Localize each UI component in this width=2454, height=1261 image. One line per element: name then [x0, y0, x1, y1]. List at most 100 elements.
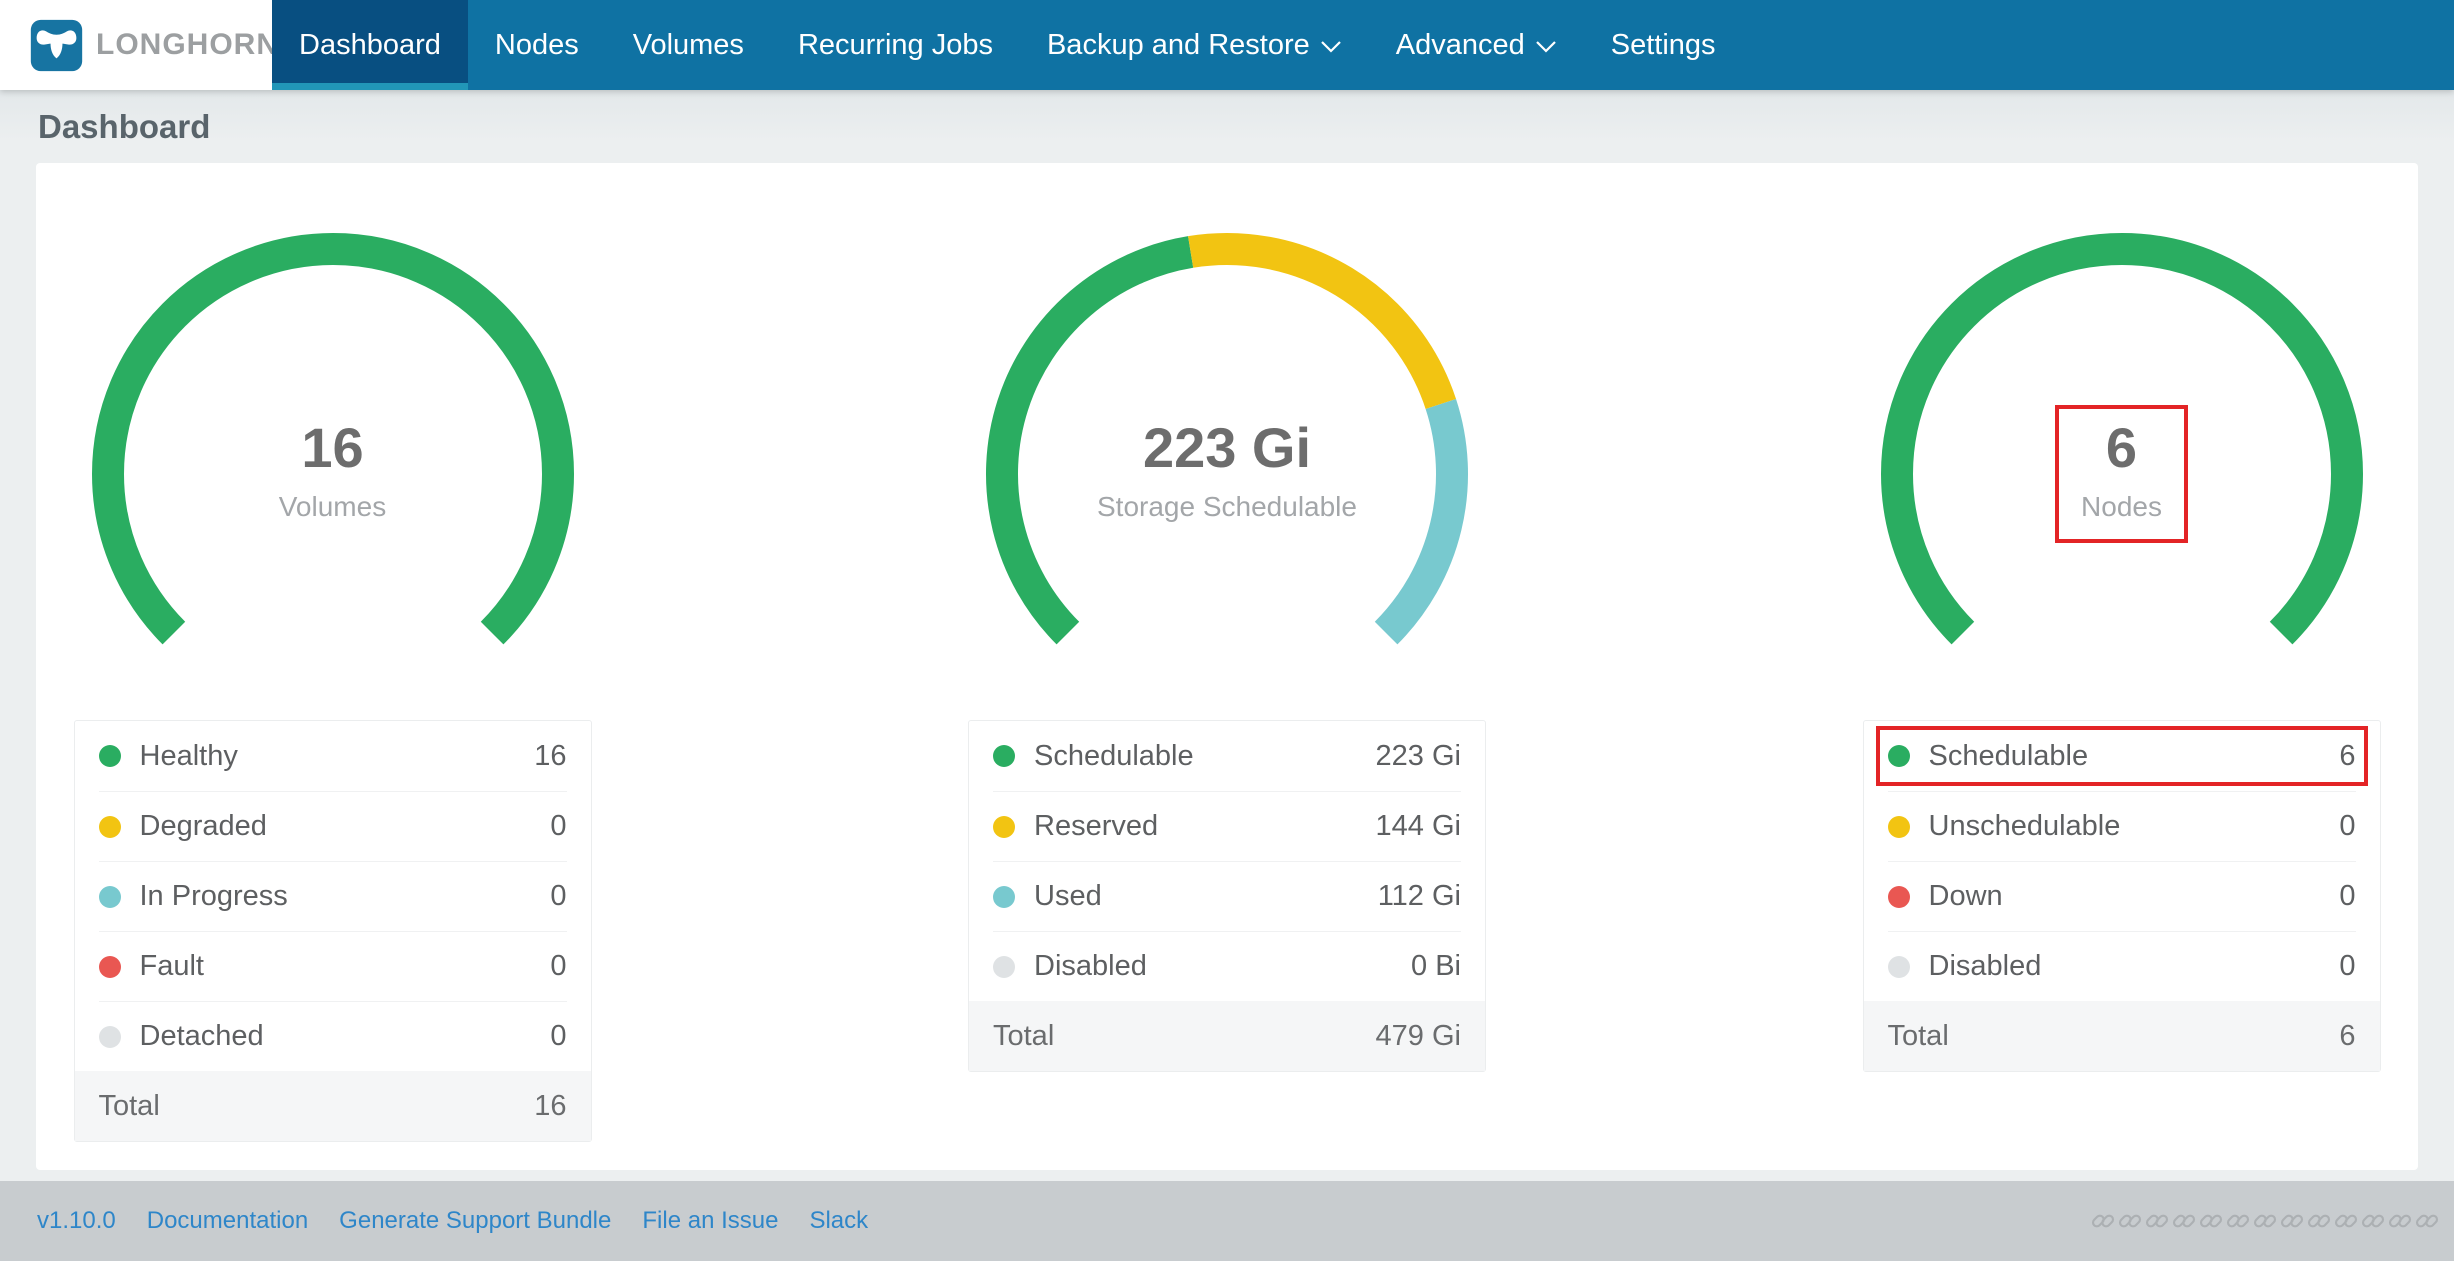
longhorn-logo[interactable]: LONGHORN — [0, 0, 272, 90]
nav-tab-recurring-jobs[interactable]: Recurring Jobs — [771, 0, 1020, 90]
volumes-gauge-ring — [83, 224, 583, 664]
volumes-legend: Healthy 16 Degraded 0 In Progress 0 Faul… — [75, 721, 591, 1071]
nav-tab-label: Backup and Restore — [1047, 29, 1310, 62]
legend-row: Fault 0 — [99, 931, 567, 1001]
gauge-segment-used — [1386, 404, 1452, 633]
legend-row: Disabled 0 — [1888, 931, 2356, 1001]
bull-icon — [30, 19, 83, 72]
chain-link-icon — [2306, 1208, 2332, 1234]
storage-panel: 223 Gi Storage Schedulable Schedulable 2… — [955, 224, 1500, 1144]
legend-label: Down — [1929, 880, 2340, 913]
gauge-segment-schedulable — [1002, 252, 1191, 633]
legend-value: 0 — [550, 880, 566, 913]
page-header: Dashboard — [0, 90, 2454, 163]
status-dot — [1888, 745, 1910, 767]
legend-value: 0 — [550, 1020, 566, 1053]
nav-tab-label: Advanced — [1396, 29, 1525, 62]
storage-legend: Schedulable 223 Gi Reserved 144 Gi Used … — [969, 721, 1485, 1001]
nodes-total-row: Total 6 — [1864, 1001, 2380, 1071]
nav-tab-advanced[interactable]: Advanced — [1369, 0, 1584, 90]
volumes-panel: 16 Volumes Healthy 16 Degraded 0 In Prog… — [60, 224, 605, 1144]
legend-row: Disabled 0 Bi — [993, 931, 1461, 1001]
total-label: Total — [99, 1090, 535, 1123]
support-bundle-link[interactable]: Generate Support Bundle — [339, 1207, 611, 1235]
status-dot — [1888, 956, 1910, 978]
legend-value: 144 Gi — [1376, 810, 1461, 843]
documentation-link[interactable]: Documentation — [147, 1207, 308, 1235]
legend-value: 0 Bi — [1411, 950, 1461, 983]
nodes-panel: 6 Nodes Schedulable 6 Unschedulable 0 Do… — [1849, 224, 2394, 1144]
nodes-legend-table: Schedulable 6 Unschedulable 0 Down 0 Dis… — [1863, 720, 2381, 1072]
nav-tab-settings[interactable]: Settings — [1584, 0, 1743, 90]
storage-legend-table: Schedulable 223 Gi Reserved 144 Gi Used … — [968, 720, 1486, 1072]
nav-tab-backup-and-restore[interactable]: Backup and Restore — [1020, 0, 1369, 90]
total-value: 6 — [2339, 1020, 2355, 1053]
status-dot — [993, 816, 1015, 838]
nav-tab-label: Volumes — [633, 29, 744, 62]
legend-label: Healthy — [140, 740, 535, 773]
file-issue-link[interactable]: File an Issue — [642, 1207, 778, 1235]
total-value: 479 Gi — [1376, 1020, 1461, 1053]
nav-tab-label: Dashboard — [299, 29, 441, 62]
nav-tab-label: Nodes — [495, 29, 579, 62]
nodes-legend: Schedulable 6 Unschedulable 0 Down 0 Dis… — [1864, 721, 2380, 1001]
legend-label: In Progress — [140, 880, 551, 913]
legend-value: 0 — [2339, 880, 2355, 913]
dashboard-card: 16 Volumes Healthy 16 Degraded 0 In Prog… — [36, 163, 2418, 1170]
chain-link-icon — [2198, 1208, 2224, 1234]
legend-label: Fault — [140, 950, 551, 983]
legend-label: Reserved — [1034, 810, 1376, 843]
legend-label: Detached — [140, 1020, 551, 1053]
legend-row: Schedulable 223 Gi — [993, 721, 1461, 791]
chain-link-icon — [2225, 1208, 2251, 1234]
legend-label: Disabled — [1034, 950, 1411, 983]
legend-row: Degraded 0 — [99, 791, 567, 861]
gauge-segment-reserved — [1191, 249, 1441, 404]
total-value: 16 — [534, 1090, 566, 1123]
status-dot — [99, 886, 121, 908]
volumes-gauge: 16 Volumes — [83, 224, 583, 664]
legend-label: Degraded — [140, 810, 551, 843]
volumes-total-row: Total 16 — [75, 1071, 591, 1141]
chain-link-icon — [2360, 1208, 2386, 1234]
legend-label: Schedulable — [1034, 740, 1376, 773]
nav-tab-nodes[interactable]: Nodes — [468, 0, 606, 90]
chain-link-icon — [2387, 1208, 2413, 1234]
legend-row: Used 112 Gi — [993, 861, 1461, 931]
nav-tab-label: Settings — [1611, 29, 1716, 62]
legend-label: Schedulable — [1929, 740, 2340, 773]
slack-link[interactable]: Slack — [809, 1207, 868, 1235]
legend-row: In Progress 0 — [99, 861, 567, 931]
legend-row: Healthy 16 — [99, 721, 567, 791]
volumes-legend-table: Healthy 16 Degraded 0 In Progress 0 Faul… — [74, 720, 592, 1142]
legend-value: 0 — [550, 810, 566, 843]
status-dot — [99, 956, 121, 978]
total-label: Total — [1888, 1020, 2340, 1053]
nav-tab-volumes[interactable]: Volumes — [606, 0, 771, 90]
footer-chain-icons — [2090, 1208, 2440, 1234]
footer: v1.10.0 Documentation Generate Support B… — [0, 1181, 2454, 1261]
gauge-segment-healthy — [108, 249, 558, 633]
legend-value: 0 — [550, 950, 566, 983]
brand-name: LONGHORN — [96, 28, 279, 62]
chain-link-icon — [2414, 1208, 2440, 1234]
legend-row: Reserved 144 Gi — [993, 791, 1461, 861]
chain-link-icon — [2117, 1208, 2143, 1234]
chain-link-icon — [2333, 1208, 2359, 1234]
legend-label: Disabled — [1929, 950, 2340, 983]
nodes-gauge-ring — [1872, 224, 2372, 664]
chain-link-icon — [2090, 1208, 2116, 1234]
storage-total-row: Total 479 Gi — [969, 1001, 1485, 1071]
legend-value: 112 Gi — [1378, 880, 1461, 913]
total-label: Total — [993, 1020, 1376, 1053]
status-dot — [99, 816, 121, 838]
status-dot — [993, 745, 1015, 767]
chevron-down-icon — [1320, 40, 1342, 54]
status-dot — [993, 956, 1015, 978]
status-dot — [1888, 816, 1910, 838]
version-link[interactable]: v1.10.0 — [37, 1207, 116, 1235]
chain-link-icon — [2279, 1208, 2305, 1234]
storage-gauge-ring — [977, 224, 1477, 664]
nav-tab-dashboard[interactable]: Dashboard — [272, 0, 468, 90]
nav-tab-label: Recurring Jobs — [798, 29, 993, 62]
